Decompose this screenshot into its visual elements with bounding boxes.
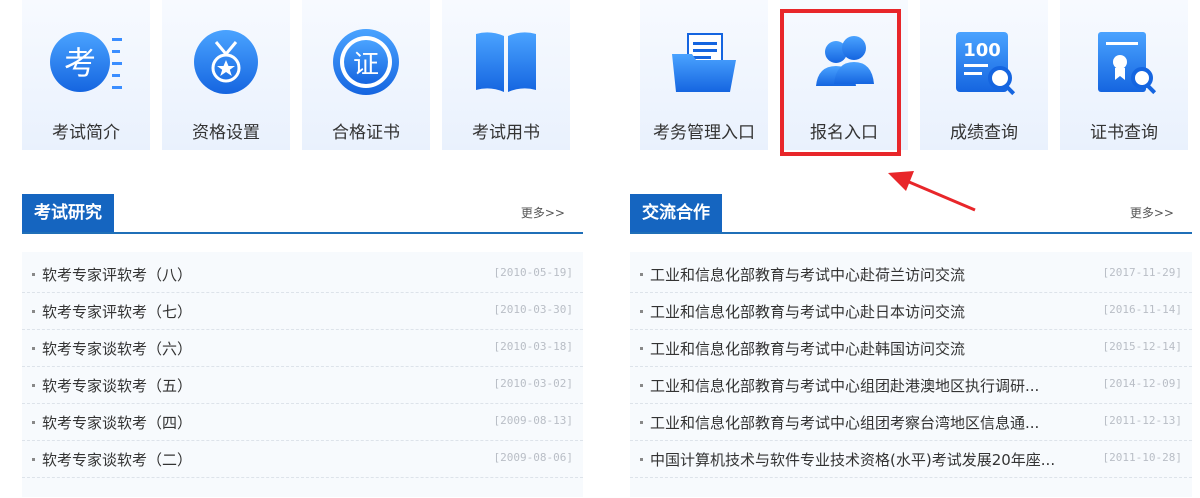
panel-list: 软考专家评软考（八） [2010-05-19] 软考专家评软考（七） [2010-0…: [22, 252, 583, 497]
list-item[interactable]: 工业和信息化部教育与考试中心赴日本访问交流 [2016-11-14]: [630, 293, 1192, 330]
list-item[interactable]: 工业和信息化部教育与考试中心组团赴港澳地区执行调研... [2014-12-09]: [630, 367, 1192, 404]
item-date: [2010-03-02]: [493, 377, 573, 390]
bullet-icon: [640, 421, 643, 424]
users-icon: [816, 36, 874, 86]
panel-header: 交流合作 更多>>: [630, 194, 1192, 234]
tile-label: 报名入口: [810, 123, 878, 143]
panel-title: 考试研究: [22, 194, 114, 232]
item-date: [2016-11-14]: [1102, 303, 1182, 316]
tile-label: 证书查询: [1090, 123, 1158, 143]
item-date: [2010-05-19]: [493, 266, 573, 279]
item-date: [2017-11-29]: [1102, 266, 1182, 279]
tile-label: 考试简介: [52, 123, 120, 143]
tile-label: 成绩查询: [950, 123, 1018, 143]
tile-label: 考试用书: [472, 123, 540, 143]
list-item[interactable]: 工业和信息化部教育与考试中心赴韩国访问交流 [2015-12-14]: [630, 330, 1192, 367]
certificate-glyph: 证: [353, 50, 379, 80]
exam-intro-glyph: 考: [64, 44, 96, 82]
tile-exam-intro[interactable]: 考 考试简介: [22, 0, 150, 150]
list-item[interactable]: 工业和信息化部教育与考试中心赴荷兰访问交流 [2017-11-29]: [630, 256, 1192, 293]
item-date: [2015-12-14]: [1102, 340, 1182, 353]
panel-exam-research: 考试研究 更多>> 软考专家评软考（八） [2010-05-19] 软考专家评软考…: [22, 178, 583, 498]
panel-title: 交流合作: [630, 194, 722, 232]
item-title: 软考专家评软考（八）: [42, 266, 193, 284]
list-item[interactable]: 软考专家谈软考（二） [2009-08-06]: [22, 441, 583, 478]
item-title: 工业和信息化部教育与考试中心赴日本访问交流: [650, 303, 966, 321]
bullet-icon: [32, 273, 35, 276]
tile-exam-books[interactable]: 考试用书: [442, 0, 570, 150]
list-item[interactable]: 软考专家评软考（八） [2010-05-19]: [22, 256, 583, 293]
tile-score-query[interactable]: 100 成绩查询: [920, 0, 1048, 150]
panel-exchange-cooperation: 交流合作 更多>> 工业和信息化部教育与考试中心赴荷兰访问交流 [2017-11-…: [630, 178, 1192, 498]
tile-exam-admin-entry[interactable]: 考务管理入口: [640, 0, 768, 150]
bullet-icon: [640, 347, 643, 350]
certificate-seal-icon: 证: [333, 29, 399, 95]
tile-qualification-settings[interactable]: 资格设置: [162, 0, 290, 150]
item-date: [2011-10-28]: [1102, 451, 1182, 464]
book-icon: [476, 32, 536, 92]
tile-certificate-query[interactable]: 证书查询: [1060, 0, 1188, 150]
item-title: 软考专家谈软考（五）: [42, 377, 193, 395]
score-glyph: 100: [963, 40, 1001, 61]
bullet-icon: [32, 347, 35, 350]
medal-icon: [194, 30, 258, 94]
bullet-icon: [640, 384, 643, 387]
more-link[interactable]: 更多>>: [1130, 204, 1174, 221]
list-item[interactable]: 软考专家评软考（七） [2010-03-30]: [22, 293, 583, 330]
tile-registration-entry[interactable]: 报名入口: [780, 0, 908, 150]
tile-label: 合格证书: [332, 123, 400, 143]
bullet-icon: [32, 421, 35, 424]
item-title: 软考专家谈软考（二）: [42, 451, 193, 469]
more-link[interactable]: 更多>>: [521, 204, 565, 221]
tile-label: 考务管理入口: [653, 123, 755, 143]
tile-label: 资格设置: [192, 123, 260, 143]
list-item[interactable]: 软考专家谈软考（四） [2009-08-13]: [22, 404, 583, 441]
panel-list: 工业和信息化部教育与考试中心赴荷兰访问交流 [2017-11-29] 工业和信息化…: [630, 252, 1192, 497]
score-search-icon: 100: [956, 32, 1016, 96]
tile-certificate[interactable]: 证 合格证书: [302, 0, 430, 150]
list-item[interactable]: 中国计算机技术与软件专业技术资格(水平)考试发展20年座... [2011-10-…: [630, 441, 1192, 478]
item-date: [2011-12-13]: [1102, 414, 1182, 427]
bullet-icon: [640, 310, 643, 313]
item-title: 中国计算机技术与软件专业技术资格(水平)考试发展20年座...: [650, 451, 1056, 469]
folder-icon: [672, 33, 736, 92]
item-title: 工业和信息化部教育与考试中心赴韩国访问交流: [650, 340, 966, 358]
item-title: 工业和信息化部教育与考试中心组团赴港澳地区执行调研...: [650, 377, 1040, 395]
list-item[interactable]: 软考专家谈软考（六） [2010-03-18]: [22, 330, 583, 367]
item-date: [2010-03-30]: [493, 303, 573, 316]
bullet-icon: [32, 384, 35, 387]
certificate-search-icon: [1098, 32, 1157, 95]
item-date: [2014-12-09]: [1102, 377, 1182, 390]
list-item[interactable]: 工业和信息化部教育与考试中心组团考察台湾地区信息通... [2011-12-13]: [630, 404, 1192, 441]
panel-header: 考试研究 更多>>: [22, 194, 583, 234]
bullet-icon: [32, 310, 35, 313]
item-title: 软考专家谈软考（四）: [42, 414, 193, 432]
list-item[interactable]: 软考专家谈软考（五） [2010-03-02]: [22, 367, 583, 404]
bullet-icon: [32, 458, 35, 461]
item-date: [2010-03-18]: [493, 340, 573, 353]
item-title: 工业和信息化部教育与考试中心组团考察台湾地区信息通...: [650, 414, 1040, 432]
bullet-icon: [640, 458, 643, 461]
item-date: [2009-08-06]: [493, 451, 573, 464]
exam-intro-icon: 考: [50, 32, 122, 92]
bullet-icon: [640, 273, 643, 276]
item-title: 软考专家谈软考（六）: [42, 340, 193, 358]
item-title: 工业和信息化部教育与考试中心赴荷兰访问交流: [650, 266, 966, 284]
item-date: [2009-08-13]: [493, 414, 573, 427]
item-title: 软考专家评软考（七）: [42, 303, 193, 321]
